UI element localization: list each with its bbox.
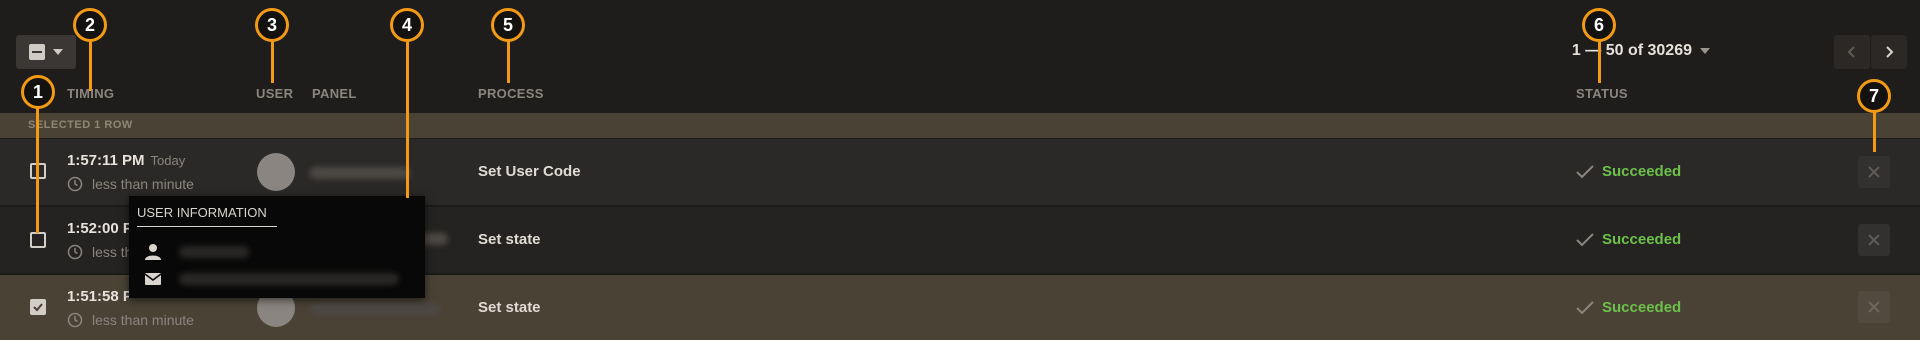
selection-banner: SELECTED 1 ROW (0, 113, 1920, 138)
row-status: Succeeded (1576, 231, 1681, 248)
close-icon (1868, 301, 1880, 313)
person-icon (145, 244, 161, 260)
row-process: Set User Code (478, 163, 581, 180)
checkmark-icon (1576, 300, 1594, 314)
popover-divider (137, 226, 277, 227)
column-header-user[interactable]: USER (256, 86, 293, 101)
callout-pointer (1598, 41, 1601, 83)
caret-down-icon (53, 49, 63, 55)
checkmark-icon (1576, 164, 1594, 178)
callout-marker: 5 (491, 8, 525, 42)
callout-pointer (1873, 110, 1876, 152)
checkmark-icon (1576, 232, 1594, 246)
callout-marker: 1 (21, 75, 55, 109)
next-page-button[interactable] (1871, 35, 1907, 69)
row-time: 1:51:58 P (67, 288, 133, 305)
close-icon (1868, 234, 1880, 246)
previous-page-button[interactable] (1834, 35, 1870, 69)
row-checkbox[interactable] (30, 232, 46, 248)
chevron-right-icon (1886, 46, 1894, 58)
user-email-redacted (179, 273, 399, 285)
popover-title: USER INFORMATION (137, 205, 267, 220)
callout-marker: 3 (255, 8, 289, 42)
row-process: Set state (478, 299, 541, 316)
callout-marker: 7 (1857, 79, 1891, 113)
callout-pointer (36, 108, 39, 233)
column-header-panel[interactable]: PANEL (312, 86, 357, 101)
row-duration: less th (67, 244, 132, 260)
pagination-selector[interactable]: 1 — 50 of 30269 (1572, 42, 1710, 60)
row-status: Succeeded (1576, 163, 1681, 180)
clock-icon (67, 176, 83, 192)
user-information-popover: USER INFORMATION (129, 196, 425, 298)
row-duration: less than minute (67, 312, 194, 328)
row-time: 1:52:00 P (67, 220, 133, 237)
callout-marker: 2 (73, 8, 107, 42)
remove-row-button[interactable] (1858, 291, 1890, 323)
callout-marker: 4 (390, 8, 424, 42)
minus-square-icon (29, 44, 45, 60)
row-time: 1:57:11 PM Today (67, 152, 186, 169)
remove-row-button[interactable] (1858, 156, 1890, 188)
clock-icon (67, 312, 83, 328)
envelope-icon (144, 273, 162, 285)
user-name-redacted (179, 246, 249, 258)
callout-pointer (271, 41, 274, 83)
bulk-select-dropdown[interactable] (16, 35, 76, 69)
row-day: Today (150, 153, 186, 168)
panel-name-redacted (310, 167, 410, 179)
panel-name-redacted (310, 303, 440, 315)
chevron-left-icon (1847, 46, 1855, 58)
callout-marker: 6 (1582, 8, 1616, 42)
user-avatar[interactable] (257, 153, 295, 191)
toolbar: 1 — 50 of 30269 (0, 0, 1920, 70)
close-icon (1868, 166, 1880, 178)
column-header-status[interactable]: STATUS (1576, 86, 1628, 101)
callout-pointer (89, 41, 92, 91)
row-status: Succeeded (1576, 299, 1681, 316)
checkmark-icon (33, 303, 43, 312)
pagination-label: 1 — 50 of 30269 (1571, 42, 1692, 59)
callout-pointer (406, 41, 409, 198)
clock-icon (67, 244, 83, 260)
row-duration: less than minute (67, 176, 194, 192)
caret-down-icon (1700, 48, 1710, 54)
callout-pointer (507, 41, 510, 83)
column-header-process[interactable]: PROCESS (478, 86, 544, 101)
remove-row-button[interactable] (1858, 224, 1890, 256)
row-checkbox-checked[interactable] (30, 299, 46, 315)
row-process: Set state (478, 231, 541, 248)
selection-count-label: SELECTED 1 ROW (28, 119, 133, 131)
